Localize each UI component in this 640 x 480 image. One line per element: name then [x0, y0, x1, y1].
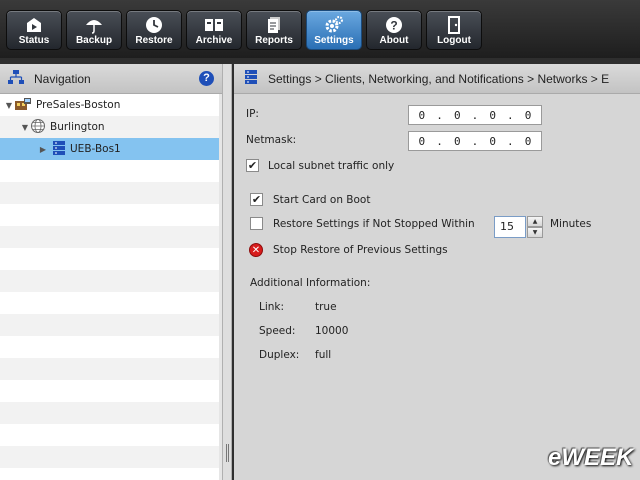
start-card-label: Start Card on Boot — [273, 194, 371, 206]
document-icon — [247, 11, 301, 35]
settings-panel: Settings > Clients, Networking, and Noti… — [234, 64, 640, 480]
site-icon — [14, 97, 32, 114]
ip-octet[interactable]: 0 — [489, 109, 496, 122]
start-card-checkbox[interactable]: ✔ — [250, 193, 263, 206]
tree-empty-row — [0, 160, 222, 182]
about-button[interactable]: ? About — [366, 10, 422, 50]
globe-icon — [30, 118, 46, 137]
backup-button[interactable]: Backup — [66, 10, 122, 50]
eweek-watermark: eWEEK — [548, 444, 634, 471]
duplex-label: Duplex: — [259, 349, 300, 361]
tree-empty-row — [0, 358, 222, 380]
netmask-octet[interactable]: 0 — [489, 135, 496, 148]
netmask-label: Netmask: — [246, 134, 297, 146]
ip-label: IP: — [246, 108, 259, 120]
local-subnet-checkbox[interactable]: ✔ — [246, 159, 259, 172]
netmask-input[interactable]: 0. 0. 0. 0 — [408, 131, 542, 151]
tree-empty-row — [0, 380, 222, 402]
network-tree-icon — [8, 69, 24, 88]
netmask-dot: . — [507, 134, 514, 148]
expand-arrow-icon[interactable]: ▼ — [4, 101, 14, 110]
tree-empty-row — [0, 270, 222, 292]
duplex-value: full — [315, 349, 332, 361]
settings-header: Settings > Clients, Networking, and Noti… — [234, 64, 640, 94]
tree-empty-row — [0, 292, 222, 314]
help-icon[interactable]: ? — [199, 71, 214, 86]
restore-button[interactable]: Restore — [126, 10, 182, 50]
tree-item-presales-boston[interactable]: ▼ PreSales-Boston — [0, 94, 222, 116]
netmask-dot: . — [436, 134, 443, 148]
pane-splitter[interactable] — [222, 64, 232, 480]
breadcrumb[interactable]: Settings > Clients, Networking, and Noti… — [268, 72, 609, 86]
archive-icon — [187, 11, 241, 35]
netmask-octet[interactable]: 0 — [454, 135, 461, 148]
splitter-grip-icon[interactable] — [226, 444, 229, 462]
tree-empty-row — [0, 402, 222, 424]
navigation-header: Navigation ? — [0, 64, 222, 94]
stepper-down-icon[interactable]: ▼ — [527, 227, 543, 238]
local-subnet-label: Local subnet traffic only — [268, 160, 395, 172]
tree-item-burlington[interactable]: ▼ Burlington — [0, 116, 222, 138]
link-label: Link: — [259, 301, 285, 313]
expand-arrow-icon[interactable]: ▼ — [20, 123, 30, 132]
additional-info-title: Additional Information: — [250, 277, 371, 289]
tree-item-ueb-bos1[interactable]: ▶ UEB-Bos1 — [0, 138, 222, 160]
logout-button[interactable]: Logout — [426, 10, 482, 50]
netmask-octet[interactable]: 0 — [419, 135, 426, 148]
tree-empty-row — [0, 336, 222, 358]
status-icon — [7, 11, 61, 35]
door-icon — [427, 11, 481, 35]
stepper-buttons: ▲ ▼ — [527, 216, 543, 238]
restore-settings-checkbox[interactable] — [250, 217, 263, 230]
tree-empty-row — [0, 226, 222, 248]
navigation-pane: Navigation ? ▼ PreSales-Boston ▼ Burling… — [0, 64, 222, 480]
question-icon: ? — [367, 11, 421, 35]
server-icon — [244, 69, 258, 88]
stop-restore-icon[interactable]: ✕ — [249, 243, 263, 257]
ip-dot: . — [436, 108, 443, 122]
settings-button[interactable]: Settings — [306, 10, 362, 50]
archive-button[interactable]: Archive — [186, 10, 242, 50]
navigation-title: Navigation — [34, 71, 91, 86]
tree-empty-row — [0, 248, 222, 270]
speed-label: Speed: — [259, 325, 296, 337]
clock-icon — [127, 11, 181, 35]
restore-settings-label: Restore Settings if Not Stopped Within — [273, 218, 475, 230]
collapsed-arrow-icon[interactable]: ▶ — [38, 145, 48, 154]
ip-octet[interactable]: 0 — [454, 109, 461, 122]
restore-minutes-input[interactable]: 15 — [494, 216, 526, 238]
tree-empty-row — [0, 446, 222, 468]
main-toolbar: Status Backup Restore Archive Reports Se… — [0, 0, 640, 58]
link-value: true — [315, 301, 337, 313]
svg-text:?: ? — [390, 19, 397, 33]
server-icon — [52, 140, 66, 159]
ip-address-input[interactable]: 0. 0. 0. 0 — [408, 105, 542, 125]
ip-dot: . — [471, 108, 479, 122]
netmask-dot: . — [471, 134, 479, 148]
tree-empty-row — [0, 424, 222, 446]
restore-minutes-stepper[interactable]: 15 ▲ ▼ — [494, 216, 544, 238]
ip-octet[interactable]: 0 — [525, 109, 532, 122]
stop-restore-label[interactable]: Stop Restore of Previous Settings — [273, 244, 448, 256]
tree-empty-row — [0, 204, 222, 226]
stepper-up-icon[interactable]: ▲ — [527, 216, 543, 227]
minutes-label: Minutes — [550, 218, 592, 230]
umbrella-icon — [67, 11, 121, 35]
status-button[interactable]: Status — [6, 10, 62, 50]
gear-icon — [307, 11, 361, 35]
netmask-octet[interactable]: 0 — [525, 135, 532, 148]
tree-empty-row — [0, 314, 222, 336]
tree-empty-row — [0, 182, 222, 204]
reports-button[interactable]: Reports — [246, 10, 302, 50]
ip-octet[interactable]: 0 — [419, 109, 426, 122]
speed-value: 10000 — [315, 325, 349, 337]
ip-dot: . — [507, 108, 514, 122]
